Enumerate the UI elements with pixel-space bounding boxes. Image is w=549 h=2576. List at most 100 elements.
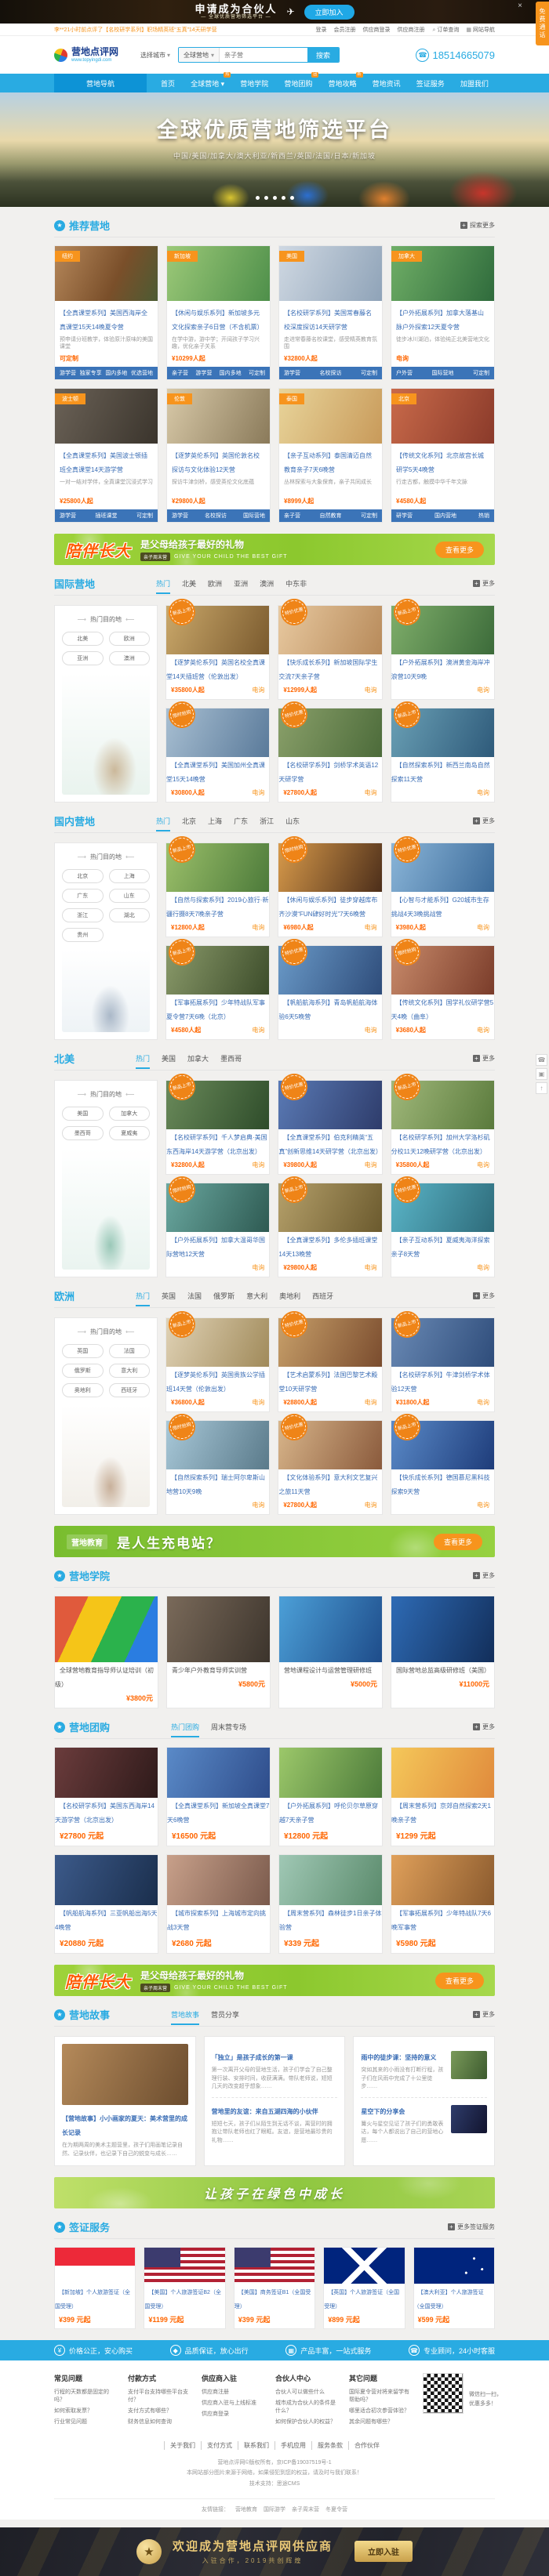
destination-pill[interactable]: 亚洲 [62,651,104,665]
story-title[interactable]: 星空下的分享会 [361,2108,405,2115]
footer-nav-link[interactable]: 支付方式 [201,2441,238,2450]
camp-title[interactable]: 【名校研学系列】美国常春藤名校深度探访14天研学营 [284,310,372,331]
camp-title[interactable]: 【户外拓展系列】加拿大落基山脉户外探索12天夏令营 [396,310,484,331]
inquiry-link[interactable]: 电询 [365,686,377,694]
inquiry-link[interactable]: 电询 [252,686,264,694]
destination-pill[interactable]: 墨西哥 [62,1126,104,1140]
inquiry-link[interactable]: 电询 [365,1263,377,1272]
deal-card[interactable]: 【名校研学系列】美国东西海岸14天游学营（北京出发） ¥27800 元起 [54,1747,158,1846]
camp-title[interactable]: 【名校研学系列】千人梦启典·美国东西海岸14天游学营（北京出发） [166,1130,267,1155]
floating-tool-button[interactable]: ☎ [536,1054,547,1066]
camp-card[interactable]: 特价优惠 【快乐成长系列】新加坡国际学生交流7天亲子营 ¥12999人起 电询 [278,605,382,700]
free-call-tab[interactable]: 免费通话 [536,2,549,45]
camp-title[interactable]: 【休闲与娱乐系列】新加坡多元文化探索亲子6日营（不含机票） [172,310,263,331]
camp-card[interactable]: 限时抢购 【户外拓展系列】加拿大温哥华国际营地12天营 电询 [165,1183,270,1277]
grow-in-green-banner[interactable]: 让孩子在绿色中成长 [54,2177,495,2208]
footer-nav-link[interactable]: 服务条款 [311,2441,348,2450]
camp-card[interactable]: 伦敦 【逐梦英伦系列】英国伦敦名校探访与文化体验12天营 探访牛津剑桥，感受英伦… [166,388,271,523]
search-button[interactable]: 搜索 [307,48,339,62]
see-more-button[interactable]: 查看更多 [435,1973,484,1989]
camp-card[interactable]: 新品上市 【逐梦英伦系列】英国名校全真课堂14天插班营（伦敦出发） ¥35800… [165,605,270,700]
inquiry-link[interactable]: 电询 [365,923,377,932]
section-tab[interactable]: 广东 [234,816,248,831]
section-tab[interactable]: 欧洲 [208,578,222,594]
friend-link[interactable]: 营地教育 [235,2505,257,2513]
camp-title[interactable]: 【快乐成长系列】新加坡国际学生交流7天亲子营 [278,655,377,680]
deal-title[interactable]: 【军事拓展系列】少年特战队7天6晚军事营 [391,1906,491,1931]
footer-nav-link[interactable]: 手机应用 [274,2441,311,2450]
sitemap-link[interactable]: ▦网站导航 [466,26,495,34]
course-card[interactable]: 青少年户外教育导师实训营 ¥5800元 [166,1596,271,1708]
destination-pill[interactable]: 英国 [62,1344,104,1358]
visa-title[interactable]: 【澳大利亚】个人旅游签证（全国受理） [414,2287,484,2310]
footer-nav-link[interactable]: 合作伙伴 [348,2441,385,2450]
camp-card[interactable]: 特价优惠 【心智与才能系列】G20城市生存挑战4天3晚挑战营 ¥3980人起 电… [391,842,495,937]
course-title[interactable]: 国际营地总监高级研修班（美国） [391,1662,495,1674]
camp-title[interactable]: 【自然探索系列】新西兰南岛自然探索11天营 [391,758,490,783]
deal-card[interactable]: 【周末营系列】京郊自然探索2天1晚亲子营 ¥1299 元起 [391,1747,495,1846]
section-tab[interactable]: 热门团购 [171,1722,199,1737]
deal-title[interactable]: 【周末营系列】京郊自然探索2天1晚亲子营 [391,1799,491,1824]
visa-card[interactable]: 【美国】个人旅游签证B2（全国受理） ¥1199 元起 [144,2247,225,2329]
deal-card[interactable]: 【帆船航海系列】三亚帆船出海5天4晚营 ¥20880 元起 [54,1854,158,1954]
camp-title[interactable]: 【快乐成长系列】德国慕尼黑科技探索9天营 [391,1470,490,1495]
inquiry-link[interactable]: 电询 [365,1398,377,1407]
course-title[interactable]: 营地课程设计与运营管理研修班 [279,1662,376,1674]
camp-title[interactable]: 【休闲与娱乐系列】徒步穿越库布齐沙漠“FUN肆好时光”7天6晚营 [278,893,377,918]
floating-tool-button[interactable]: ↑ [536,1082,547,1094]
camp-card[interactable]: 特价优惠 【艺术启蒙系列】法国巴黎艺术殿堂10天研学营 ¥28800人起 电询 [278,1317,382,1412]
footer-link[interactable]: 其余问题有哪些？ [349,2418,410,2426]
inquiry-link[interactable]: 电询 [252,788,264,797]
camp-card[interactable]: 新品上市 【名校研学系列】牛津剑桥学术体验12天营 ¥31800人起 电询 [391,1317,495,1412]
section-tab[interactable]: 西班牙 [312,1291,333,1306]
footer-link[interactable]: 城市成为合伙人的条件是什么？ [275,2399,336,2415]
section-tab[interactable]: 热门 [136,1291,150,1306]
camp-card[interactable]: 限时抢购 【自然探索系列】瑞士阿尔卑斯山地营10天9晚 电询 [165,1420,270,1515]
course-card[interactable]: 全球营地教育指导师认证培训（初级） ¥3800元 [54,1596,158,1708]
camp-card[interactable]: 新品上市 【名校研学系列】加州大学洛杉矶分校11天12晚研学营（北京出发） ¥3… [391,1080,495,1175]
footer-link[interactable]: 哪里适合初次参营体验？ [349,2407,410,2415]
course-card[interactable]: 国际营地总监高级研修班（美国） ¥11000元 [391,1596,495,1708]
hero-carousel[interactable]: 全球优质营地筛选平台 中国/美国/加拿大/澳大利亚/新西兰/英国/法国/日本/新… [0,92,549,207]
more-link[interactable]: + 更多 [473,1571,495,1580]
inquiry-link[interactable]: 电询 [252,1161,264,1169]
utility-link[interactable]: 登录 [315,26,326,34]
footer-link[interactable]: 支付平台支持哪些平台支付？ [128,2388,189,2404]
inquiry-link[interactable]: 电询 [477,1263,489,1272]
more-visa-link[interactable]: + 更多签证服务 [448,2223,495,2231]
deal-card[interactable]: 【周末营系列】森林徒步1日亲子体验营 ¥339 元起 [278,1854,383,1954]
nav-item[interactable]: 首页 [158,74,178,92]
camp-card[interactable]: 特价优惠 【帆船航海系列】青岛帆船航海体验6天5晚营 电询 [278,945,382,1040]
section-tab[interactable]: 澳洲 [260,578,274,594]
more-link[interactable]: + 更多 [473,579,495,588]
more-link[interactable]: + 更多 [473,1292,495,1300]
course-title[interactable]: 青少年户外教育导师实训营 [167,1662,252,1674]
section-tab[interactable]: 意大利 [246,1291,267,1306]
more-link[interactable]: + 更多 [473,817,495,825]
visa-title[interactable]: 【英国】个人旅游签证（全国受理） [324,2287,399,2310]
camp-card[interactable]: 美国 【名校研学系列】美国常春藤名校深度探访14天研学营 走进常春藤名校课堂，感… [278,245,383,380]
destination-pill[interactable]: 上海 [109,869,151,883]
section-tab[interactable]: 北美 [182,578,196,594]
camp-title[interactable]: 【名校研学系列】加州大学洛杉矶分校11天12晚研学营（北京出发） [391,1130,491,1155]
section-tab[interactable]: 北京 [182,816,196,831]
inquiry-link[interactable]: 电询 [365,1026,377,1034]
destination-pill[interactable]: 加拿大 [109,1107,151,1121]
camp-card[interactable]: 限时抢购 【休闲与娱乐系列】徒步穿越库布齐沙漠“FUN肆好时光”7天6晚营 ¥6… [278,842,382,937]
deal-title[interactable]: 【户外拓展系列】呼伦贝尔草原穿越7天亲子营 [279,1799,378,1824]
camp-title[interactable]: 【艺术启蒙系列】法国巴黎艺术殿堂10天研学营 [278,1368,377,1393]
visa-card[interactable]: 【新加坡】个人旅游签证（全国受理） ¥399 元起 [54,2247,136,2329]
camp-title[interactable]: 【名校研学系列】剑桥学术英语12天研学营 [278,758,378,783]
section-tab[interactable]: 加拿大 [187,1053,209,1069]
camp-title[interactable]: 【全真课堂系列】美国波士顿插班全真课堂14天游学营 [60,452,147,473]
destination-pill[interactable]: 美国 [62,1107,104,1121]
deal-title[interactable]: 【全真课堂系列】新加坡全真课堂7天6晚营 [167,1799,269,1824]
camp-card[interactable]: 新品上市 【快乐成长系列】德国慕尼黑科技探索9天营 电询 [391,1420,495,1515]
floating-tool-button[interactable]: ▣ [536,1068,547,1080]
inquiry-link[interactable]: 电询 [252,1026,264,1034]
camp-card[interactable]: 加拿大 【户外拓展系列】加拿大落基山脉户外探索12天夏令营 徒步冰川湖泊，体验纯… [391,245,495,380]
nav-camp-directory[interactable]: 营地导航 [54,74,147,92]
inquiry-link[interactable]: 电询 [477,1026,489,1034]
parent-gift-banner[interactable]: 陪伴长大 是父母给孩子最好的礼物 亲子周末营 GIVE YOUR CHILD T… [54,534,495,565]
course-title[interactable]: 全球营地教育指导师认证培训（初级） [55,1662,154,1688]
